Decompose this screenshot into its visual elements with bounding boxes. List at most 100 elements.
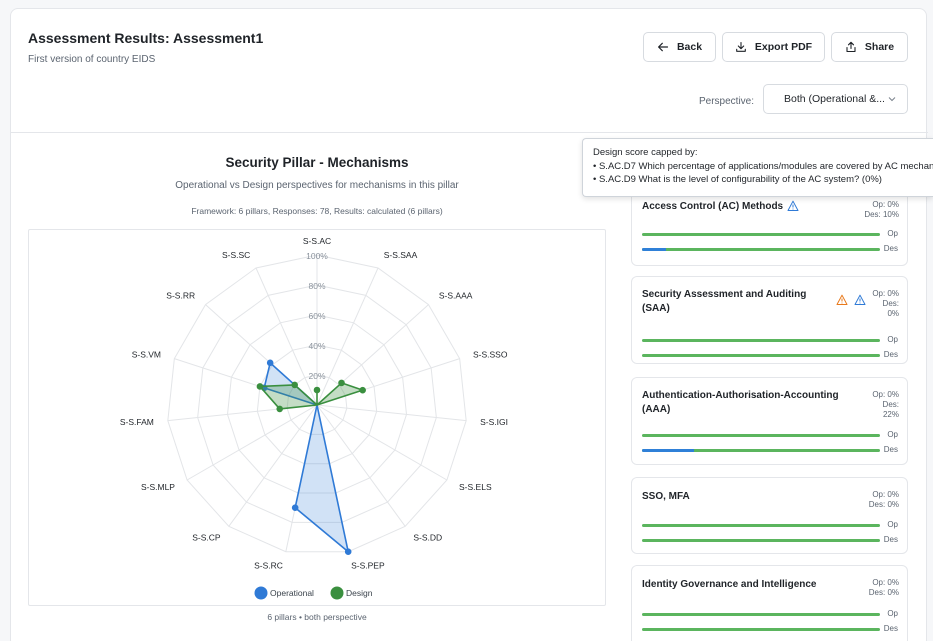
op-bar-label: Op xyxy=(887,229,898,238)
data-point-design xyxy=(359,386,366,394)
chart-footer: 6 pillars • both perspective xyxy=(267,612,367,622)
tooltip-heading: Design score capped by: xyxy=(593,147,698,158)
axis-label: S-S.SSO xyxy=(473,349,508,359)
warning-icon xyxy=(787,200,799,211)
results-panel: Assessment Results: Assessment1 First ve… xyxy=(10,8,928,641)
share-button[interactable]: Share xyxy=(831,32,908,62)
radar-chart-container: 20% 40% 60% 80% 100% S-S.AC S-S.SAA S-S.AAA S-S.… xyxy=(28,229,606,606)
export-pdf-label: Export PDF xyxy=(754,41,813,53)
data-point-design xyxy=(256,383,264,390)
legend-label: Operational xyxy=(270,588,314,598)
radial-tick-label: 80% xyxy=(308,281,325,291)
chevron-down-icon xyxy=(888,97,896,102)
card-des-score: Des: 10% xyxy=(864,210,899,219)
mechanism-card-aaa[interactable]: Authentication-Authorisation-Accounting … xyxy=(631,377,908,465)
op-bar xyxy=(642,339,880,342)
legend-swatch xyxy=(254,586,268,600)
card-des-score: Des: 0% xyxy=(868,500,899,509)
mechanism-card-igi[interactable]: Identity Governance and Intelligence Op:… xyxy=(631,565,908,641)
card-title: Identity Governance and Intelligence xyxy=(642,579,817,590)
card-title: Authentication-Authorisation-Accounting … xyxy=(642,390,839,415)
radial-tick-label: 60% xyxy=(308,311,325,321)
op-bar-label: Op xyxy=(887,609,898,618)
des-bar-label: Des xyxy=(883,535,898,544)
axis-label: S-S.SAA xyxy=(384,250,418,260)
axis-label: S-S.AAA xyxy=(439,290,473,300)
axis-label: S-S.AC xyxy=(303,236,331,246)
axis-label: S-S.ELS xyxy=(459,482,492,492)
axis-label: S-S.FAM xyxy=(120,417,154,427)
card-op-score: Op: 0% xyxy=(872,390,899,399)
data-point-operational xyxy=(266,359,274,367)
data-point-design xyxy=(313,386,321,394)
perspective-select[interactable]: Both (Operational &... xyxy=(763,84,908,114)
des-bar-label: Des xyxy=(883,244,898,253)
card-title: Security Assessment and Auditing (SAA) xyxy=(642,289,807,314)
page-subtitle: First version of country EIDS xyxy=(28,54,156,65)
des-bar-label: Des xyxy=(883,445,898,454)
axis-label: S-S.IGI xyxy=(480,417,508,427)
warning-icon xyxy=(854,294,866,305)
download-icon xyxy=(736,41,746,52)
radar-chart: 20% 40% 60% 80% 100% S-S.AC S-S.SAA S-S.AAA S-S.… xyxy=(120,236,508,600)
op-bar-label: Op xyxy=(887,520,898,529)
back-button-label: Back xyxy=(676,41,703,53)
share-icon xyxy=(846,41,856,53)
card-title: SSO, MFA xyxy=(642,491,690,502)
card-score: Op: 0% Des: 0% xyxy=(869,490,899,510)
op-bar xyxy=(642,524,880,527)
chart-title: Security Pillar - Mechanisms xyxy=(225,155,409,170)
card-op-score: Op: 0% xyxy=(872,490,899,499)
legend-label: Design xyxy=(346,588,373,598)
card-op-score: Op: 0% xyxy=(872,200,899,209)
des-bar xyxy=(642,628,880,631)
op-bar xyxy=(642,434,880,437)
op-bar xyxy=(642,613,880,616)
card-score: Op: 0% Des: 0% xyxy=(869,578,899,598)
des-bar-label: Des xyxy=(883,624,898,633)
axis-label: S-S.RR xyxy=(166,290,195,300)
mechanism-card-saa[interactable]: Security Assessment and Auditing (SAA) O… xyxy=(631,276,908,364)
warning-icon xyxy=(836,294,848,305)
data-point-operational xyxy=(291,504,299,512)
tooltip-line: • S.AC.D7 Which percentage of applicatio… xyxy=(593,160,933,172)
card-des-score: Des: 0% xyxy=(882,299,899,318)
card-score: Op: 0% Des: 22% xyxy=(865,390,899,420)
arrow-left-icon xyxy=(657,42,669,52)
des-bar xyxy=(642,539,880,542)
data-point-operational xyxy=(344,548,352,556)
page-header: Assessment Results: Assessment1 First ve… xyxy=(11,9,928,133)
card-score: Op: 0% Des: 0% xyxy=(869,289,899,319)
card-des-score: Des: 0% xyxy=(868,588,899,597)
des-bar xyxy=(642,354,880,357)
data-point-design xyxy=(291,381,299,389)
page-title: Assessment Results: Assessment1 xyxy=(28,30,264,46)
share-button-label: Share xyxy=(864,41,895,53)
data-point-design xyxy=(338,379,345,387)
des-bar-label: Des xyxy=(883,350,898,359)
op-bar xyxy=(642,233,880,236)
axis-label: S-S.VM xyxy=(132,349,161,359)
tooltip-line: • S.AC.D9 What is the level of configura… xyxy=(593,174,882,185)
radial-tick-label: 100% xyxy=(306,251,328,261)
axis-label: S-S.CP xyxy=(192,533,221,543)
mechanism-card-sso[interactable]: SSO, MFA Op: 0% Des: 0% Op Des xyxy=(631,477,908,554)
op-bar-label: Op xyxy=(887,335,898,344)
des-bar xyxy=(642,449,880,452)
card-op-score: Op: 0% xyxy=(872,578,899,587)
card-title: Access Control (AC) Methods xyxy=(642,201,784,212)
chart-meta: Framework: 6 pillars, Responses: 78, Res… xyxy=(191,206,443,216)
data-point-design xyxy=(276,405,284,413)
op-bar-label: Op xyxy=(887,430,898,439)
back-button[interactable]: Back xyxy=(643,32,716,62)
perspective-select-value: Both (Operational &... xyxy=(784,93,885,105)
perspective-label: Perspective: xyxy=(699,96,755,107)
legend-swatch xyxy=(330,586,344,600)
axis-label: S-S.SC xyxy=(222,250,250,260)
export-pdf-button[interactable]: Export PDF xyxy=(722,32,825,62)
radial-tick-label: 20% xyxy=(308,371,325,381)
card-op-score: Op: 0% xyxy=(872,289,899,298)
axis-label: S-S.PEP xyxy=(351,560,385,570)
chart-description: Operational vs Design perspectives for m… xyxy=(175,180,459,191)
design-cap-tooltip: Design score capped by: • S.AC.D7 Which … xyxy=(582,138,933,197)
